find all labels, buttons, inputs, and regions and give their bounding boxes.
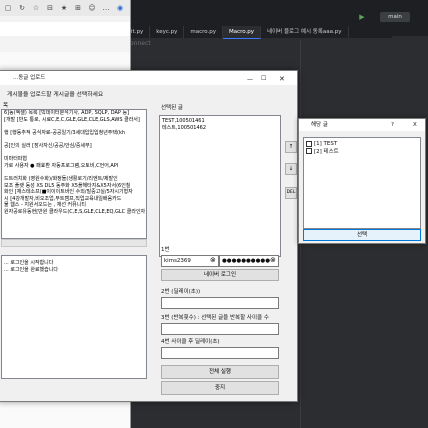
selected-posts-listbox[interactable]: TEST,100501461 테스트,100501462 <box>159 115 281 257</box>
more-icon[interactable]: … <box>102 4 110 12</box>
log-line: ... 로그인을 시작합니다 <box>4 260 54 266</box>
naver-login-button[interactable]: 네이버 로그인 <box>161 269 279 281</box>
tab-icon[interactable]: ▢ <box>4 4 12 12</box>
clear-id-icon[interactable]: ⊗ <box>210 256 216 265</box>
star-icon[interactable]: ☆ <box>32 4 40 12</box>
upload-window: ...동글 업로드 — ☐ ✕ 게시물을 업로드할 게시글을 선택하세요 목 6… <box>0 70 298 402</box>
move-up-button[interactable]: ↑ <box>285 141 297 153</box>
selected-posts-label: 선택된 글 <box>161 105 183 111</box>
list-item[interactable]: 원자공로유동현[반원 클라우드(C,E,S,GLE,CLE,EQ,GLC 클라인… <box>2 209 146 216</box>
list-item[interactable] <box>2 123 146 130</box>
delete-button[interactable]: DEL <box>285 187 297 199</box>
list-item[interactable] <box>2 136 146 143</box>
collections-icon[interactable]: ⊞ <box>74 4 82 12</box>
cycle-delay-label: 4번 사이클 후 딜레이(초) <box>161 339 220 345</box>
list-item[interactable]: 6]동(엑셀) 목록 [빅데이터분석기사, ADP, SQLP, DAP 등] <box>2 110 146 117</box>
profile-icon[interactable]: ☺ <box>88 4 96 12</box>
cycle-delay-input[interactable] <box>161 347 279 359</box>
run-config-selector[interactable]: main <box>380 12 410 22</box>
list-item[interactable]: 가로 사용자 ● 패효환 자동프로그램,오토비,C언어,API <box>2 163 146 170</box>
maximize-icon[interactable]: ☐ <box>261 72 266 86</box>
delay-label: 2번 (딜레이(초)) <box>161 289 201 295</box>
window-title: ...동글 업로드 <box>13 75 46 81</box>
list-item[interactable] <box>2 169 146 176</box>
list-item[interactable]: TEST,100501461 <box>160 118 280 125</box>
log-line: ... 로그인을 완료했습니다 <box>4 266 58 273</box>
code-line: onnect <box>130 40 151 47</box>
list-item[interactable]: 화인 [재스테소프(■이이이트바인 수외/빌중고실/5자시기형자 <box>2 189 146 196</box>
list-item[interactable]: 공[인의 실러 [장사자신/공공/안심/중세부] <box>2 143 146 150</box>
browser-toolbar: ▢ ↻ ☆ ⊟ ★ ⊞ ☺ … ◉ <box>0 0 130 16</box>
list-item[interactable]: 테스트,100501462 <box>160 125 280 132</box>
user-id-value: kims2369 <box>164 258 191 264</box>
edge-icon[interactable]: ◉ <box>116 4 124 12</box>
ide-tab[interactable]: macro.py <box>184 26 224 38</box>
option-checkbox[interactable]: [2] 테스트 <box>304 147 420 155</box>
password-value: ●●●●●●●●●● <box>222 258 270 264</box>
window-titlebar: ...동글 업로드 — ☐ ✕ <box>0 71 297 85</box>
ide-tab[interactable]: keyc.py <box>150 26 185 38</box>
repeat-label: 3번 (반복횟수) : 선택된 글을 반복할 사이클 수 <box>161 315 269 321</box>
stop-button[interactable]: 중지 <box>161 381 279 395</box>
checkbox-icon[interactable] <box>306 147 312 154</box>
list-item[interactable]: 행 [행동추적 공식자료-공공일기/3세대입입입청년주택(kh <box>2 130 146 137</box>
ide-tab[interactable]: 네이버 블로그 예시 동록aaa.py <box>261 26 349 38</box>
horizontal-scrollbar[interactable] <box>1 239 147 247</box>
select-button[interactable]: 선택 <box>303 229 421 241</box>
post-list-label: 목 <box>3 103 9 109</box>
login-group-label: 1번 <box>161 247 170 253</box>
option-label: [2] 테스트 <box>314 148 339 155</box>
log-box[interactable]: ... 로그인을 시작합니다 ... 로그인을 완료했습니다 <box>1 255 147 379</box>
dialog-titlebar: 해당 글 ? X <box>299 119 425 131</box>
close-icon[interactable]: ✕ <box>279 72 285 86</box>
list-item[interactable]: 물 웹스 - 지원서오드는 , 재선 커뮤니티 <box>2 202 146 209</box>
delay-input[interactable] <box>161 297 279 309</box>
browser-page-header <box>0 22 130 36</box>
favorites-icon[interactable]: ★ <box>60 4 68 12</box>
close-icon[interactable]: X <box>413 119 417 131</box>
help-icon[interactable]: ? <box>391 119 394 131</box>
ide-tab-bar: init.py keyc.py macro.py Macro.py 네이버 블로… <box>120 26 428 39</box>
instruction-text: 게시물을 업로드할 게시글을 선택하세요 <box>7 92 104 98</box>
run-all-button[interactable]: 전체 실행 <box>161 365 279 379</box>
clear-password-icon[interactable]: ⊗ <box>270 256 276 265</box>
split-icon[interactable]: ⊟ <box>46 4 54 12</box>
ide-tab[interactable]: Macro.py <box>223 26 262 39</box>
repeat-input[interactable] <box>161 323 279 335</box>
minimize-icon[interactable]: — <box>247 73 253 87</box>
refresh-icon[interactable]: ↻ <box>18 4 26 12</box>
list-item[interactable]: 드트러치화 (영원수화)/화정들(생활로기/리엔트/제발인 <box>2 176 146 183</box>
option-list[interactable]: [1] TEST [2] 테스트 <box>303 137 421 229</box>
dialog-title: 해당 글 <box>311 122 328 128</box>
list-item[interactable]: 미마터파협 <box>2 156 146 163</box>
post-select-dialog: 해당 글 ? X [1] TEST [2] 테스트 선택 <box>298 118 426 244</box>
post-listbox[interactable]: 6]동(엑셀) 목록 [빅데이터분석기사, ADP, SQLP, DAP 등][… <box>1 109 147 239</box>
checkbox-icon[interactable] <box>306 140 312 147</box>
run-icon[interactable]: ▶ <box>356 12 368 22</box>
move-down-button[interactable]: ↓ <box>285 163 297 175</box>
list-item[interactable]: [개발 [반도 통로, 시료C,E,C,GLE,GLE,CLE,GLS,AWS … <box>2 117 146 124</box>
